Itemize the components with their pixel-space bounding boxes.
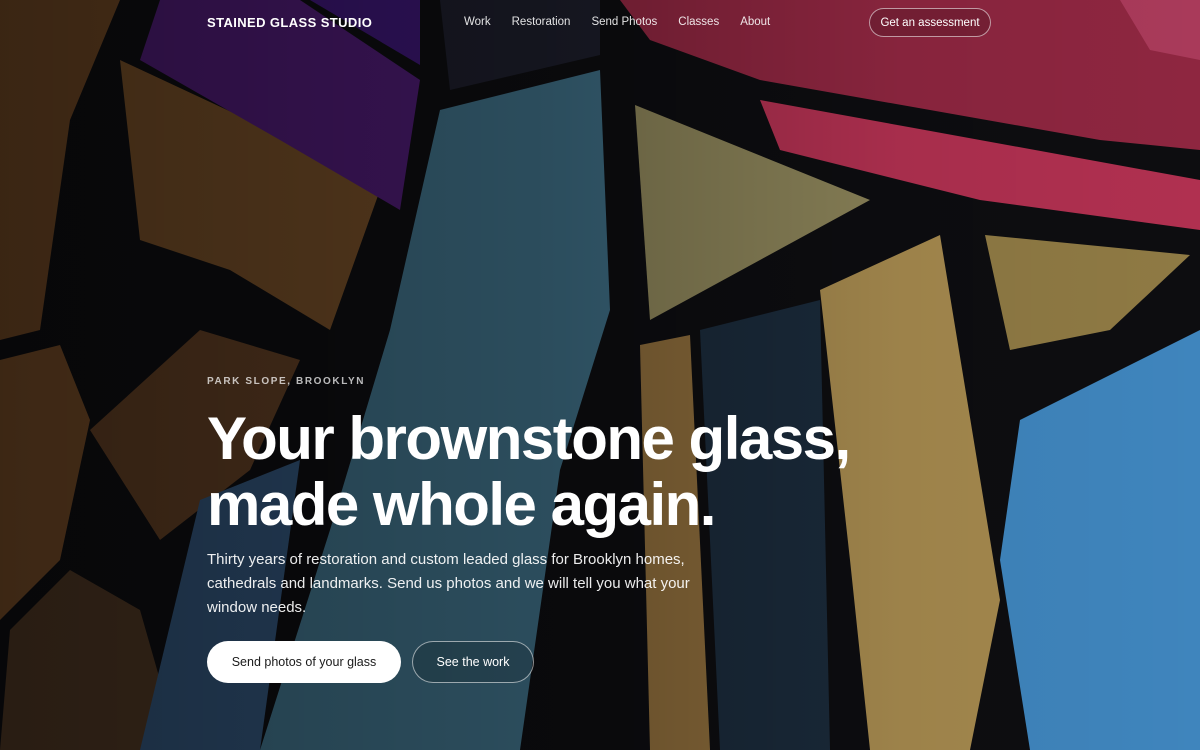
hero-buttons: Send photos of your glass See the work — [207, 641, 534, 683]
nav-link-work[interactable]: Work — [464, 16, 491, 28]
headline-line-2: made whole again. — [207, 471, 716, 538]
hero-headline: Your brownstone glass, made whole again. — [207, 406, 907, 538]
stained-glass-background-image — [0, 0, 1200, 750]
location-eyebrow: PARK SLOPE, BROOKLYN — [207, 376, 366, 387]
brand-logo[interactable]: STAINED GLASS STUDIO — [207, 15, 372, 30]
nav-link-classes[interactable]: Classes — [678, 16, 719, 28]
hero-section: STAINED GLASS STUDIO Work Restoration Se… — [0, 0, 1200, 750]
nav-link-about[interactable]: About — [740, 16, 770, 28]
nav-links: Work Restoration Send Photos Classes Abo… — [464, 16, 770, 28]
headline-line-1: Your brownstone glass, — [207, 405, 851, 472]
get-assessment-button[interactable]: Get an assessment — [869, 8, 991, 37]
send-photos-button[interactable]: Send photos of your glass — [207, 641, 401, 683]
see-work-button[interactable]: See the work — [412, 641, 534, 683]
hero-subtext: Thirty years of restoration and custom l… — [207, 551, 690, 616]
hero-content: PARK SLOPE, BROOKLYN Your brownstone gla… — [207, 376, 907, 620]
nav-link-restoration[interactable]: Restoration — [512, 16, 571, 28]
top-navigation: STAINED GLASS STUDIO Work Restoration Se… — [0, 0, 1200, 46]
nav-link-send-photos[interactable]: Send Photos — [591, 16, 657, 28]
